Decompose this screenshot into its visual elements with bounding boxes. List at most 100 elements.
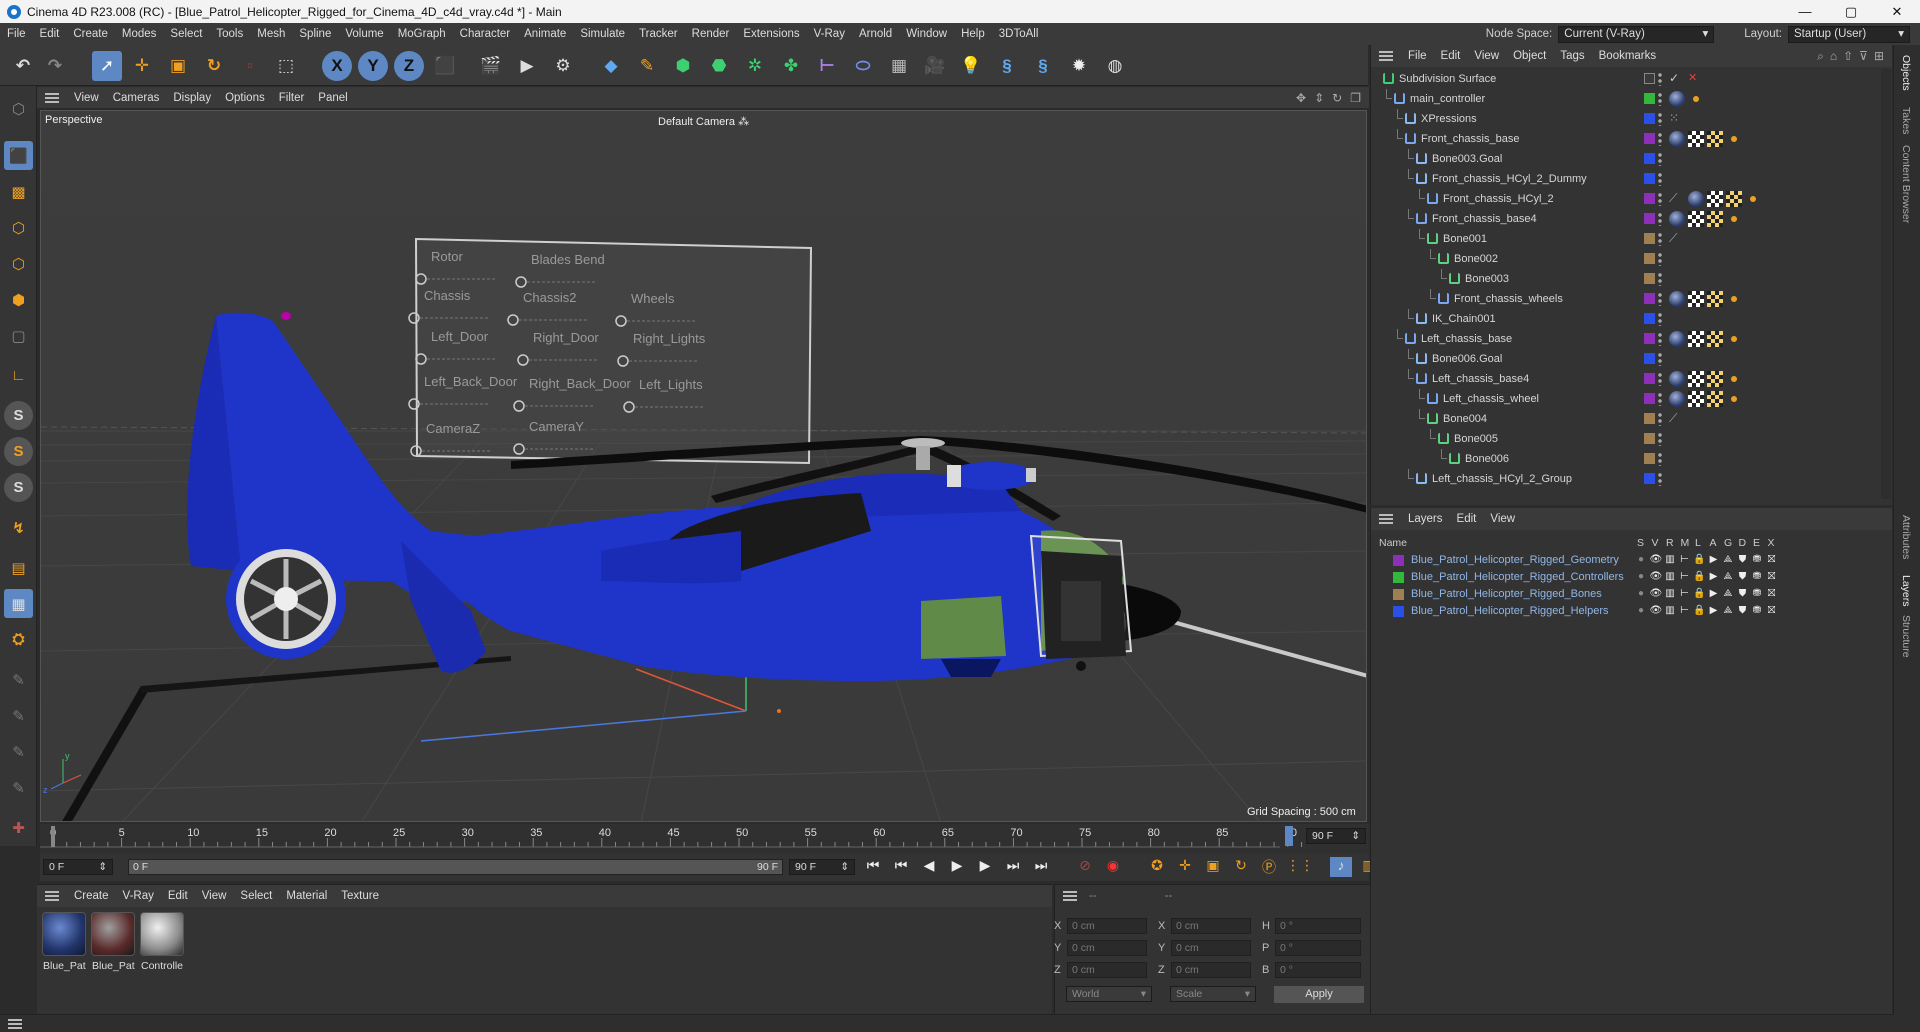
layer-color-swatch[interactable] [1393,589,1404,600]
edges-mode-icon[interactable]: ⬡ [4,249,33,278]
layer-toggle-s-icon[interactable]: ● [1635,571,1647,583]
layer-toggle-d-icon[interactable]: ⛊ [1737,571,1749,583]
paint-icon[interactable]: ✎ [4,665,33,694]
snap-settings-icon[interactable]: S [4,437,33,466]
visibility-dots[interactable] [1658,412,1662,426]
menu-file[interactable]: File [0,28,33,40]
max-frame-field[interactable]: 90 F ⇕ [789,859,855,875]
zoom-view-icon[interactable]: ⇕ [1314,91,1324,105]
size-y-field[interactable]: 0 cm [1171,940,1251,956]
layer-toggle-l-icon[interactable]: 🔒 [1693,554,1705,566]
menu-mograph[interactable]: MoGraph [391,28,453,40]
viewport-menu-options[interactable]: Options [218,92,272,104]
panel-menu-icon[interactable] [1379,514,1393,524]
viewport-menu-filter[interactable]: Filter [272,92,312,104]
add-tool-icon[interactable]: ✚ [4,813,33,842]
layer-toggle-x-icon[interactable]: ⛝ [1766,571,1778,583]
visibility-dots[interactable] [1658,312,1662,326]
layer-color-swatch[interactable] [1644,93,1655,104]
layer-menu-layers[interactable]: Layers [1401,513,1450,525]
menu-3dtoall[interactable]: 3DToAll [992,28,1046,40]
menu-modes[interactable]: Modes [115,28,164,40]
tab-layers[interactable]: Layers [1900,575,1912,607]
uvw-tag-icon[interactable] [1707,291,1723,307]
visibility-dots[interactable] [1658,152,1662,166]
visibility-dots[interactable] [1658,232,1662,246]
render-view-icon[interactable]: ▶ [512,51,542,81]
material-thumb-1[interactable] [42,912,86,956]
scale-key-icon[interactable]: ▣ [1202,857,1224,877]
layer-column-e[interactable]: E [1753,537,1760,549]
node-space-dropdown[interactable]: Current (V-Ray) ▾ [1558,25,1715,43]
layer-toggle-v-icon[interactable]: 👁 [1650,588,1663,600]
layer-color-swatch[interactable] [1644,453,1655,464]
move-icon[interactable]: ✛ [127,51,157,81]
position-key-icon[interactable]: ✛ [1174,857,1196,877]
visibility-dots[interactable] [1658,112,1662,126]
layer-color-swatch[interactable] [1393,606,1404,617]
python-generator-icon[interactable]: § [1028,51,1058,81]
visibility-dots[interactable] [1658,372,1662,386]
layer-column-l[interactable]: L [1695,537,1701,549]
layer-toggle-d-icon[interactable]: ⛊ [1737,605,1749,617]
protection-tag-icon[interactable] [1688,91,1704,107]
snap-icon[interactable]: S [4,401,33,430]
model-mode-icon[interactable]: ⬛ [4,141,33,170]
scale-icon[interactable]: ▣ [163,51,193,81]
visibility-dots[interactable] [1658,272,1662,286]
layer-color-swatch[interactable] [1644,133,1655,144]
object-menu-view[interactable]: View [1467,50,1506,62]
mograph-icon[interactable]: ✤ [776,51,806,81]
layer-toggle-r-icon[interactable]: ▥ [1664,554,1676,566]
timeline-end-marker[interactable] [1285,826,1293,846]
field-icon[interactable]: ⬭ [848,51,878,81]
object-row[interactable]: IK_Chain001 [1371,309,1881,329]
layer-color-swatch[interactable] [1644,233,1655,244]
menu-v-ray[interactable]: V-Ray [807,28,852,40]
subdivision-icon[interactable]: ⬢ [668,51,698,81]
position-x-field[interactable]: 0 cm [1067,918,1147,934]
visibility-dots[interactable] [1658,392,1662,406]
home-icon[interactable]: ⌂ [1830,49,1837,64]
layer-row[interactable]: Blue_Patrol_Helicopter_Rigged_Bones ● 👁 ▥ ⊢ 🔒… [1371,586,1881,603]
selection-filter-icon[interactable]: ⬚ [271,51,301,81]
menu-window[interactable]: Window [899,28,954,40]
protection-tag-icon[interactable] [1726,391,1742,407]
layer-toggle-e-icon[interactable]: ⛃ [1751,571,1763,583]
layer-color-swatch[interactable] [1644,333,1655,344]
visibility-dots[interactable] [1658,332,1662,346]
layer-toggle-s-icon[interactable]: ● [1635,605,1647,617]
layer-color-swatch[interactable] [1393,555,1404,566]
axis-mode-icon[interactable]: ∟ [4,361,33,390]
previous-frame-icon[interactable]: ◀ [918,857,940,877]
layer-toggle-a-icon[interactable]: ▶ [1708,571,1720,583]
layer-toggle-r-icon[interactable]: ▥ [1664,588,1676,600]
material-tag-icon[interactable] [1669,131,1685,147]
panel-menu-icon[interactable] [45,92,59,103]
layer-color-swatch[interactable] [1644,473,1655,484]
layer-toggle-v-icon[interactable]: 👁 [1650,554,1663,566]
camera-name-label[interactable]: Default Camera ⁂ [658,115,749,128]
object-menu-file[interactable]: File [1401,50,1434,62]
material-menu-texture[interactable]: Texture [334,890,386,902]
menu-render[interactable]: Render [685,28,737,40]
menu-animate[interactable]: Animate [517,28,573,40]
layer-column-s[interactable]: S [1637,537,1644,549]
undo-icon[interactable]: ↶ [8,51,38,81]
previous-key-icon[interactable]: ⏮ [890,857,912,877]
protection-tag-icon[interactable] [1726,371,1742,387]
layer-toggle-v-icon[interactable]: 👁 [1650,605,1663,617]
layer-column-g[interactable]: G [1724,537,1732,549]
layer-color-swatch[interactable] [1644,193,1655,204]
cloner-icon[interactable]: ✲ [740,51,770,81]
layer-toggle-l-icon[interactable]: 🔒 [1693,605,1705,617]
object-row[interactable]: Front_chassis_base4 [1371,209,1881,229]
object-row[interactable]: Front_chassis_base [1371,129,1881,149]
visibility-dots[interactable] [1658,472,1662,486]
menu-spline[interactable]: Spline [292,28,338,40]
menu-extensions[interactable]: Extensions [736,28,806,40]
layer-color-swatch[interactable] [1644,353,1655,364]
layer-color-swatch[interactable] [1644,153,1655,164]
light-icon[interactable]: 💡 [956,51,986,81]
layer-toggle-e-icon[interactable]: ⛃ [1751,605,1763,617]
